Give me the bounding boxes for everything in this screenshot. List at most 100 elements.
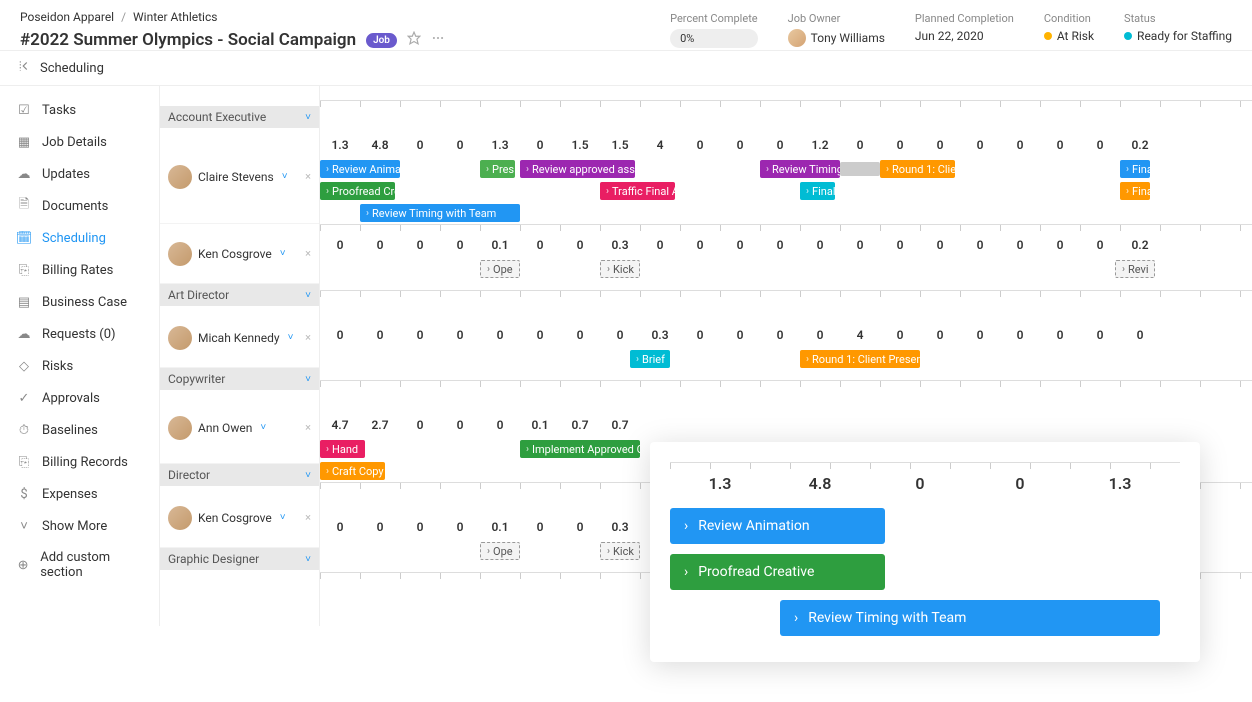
percent-complete-label: Percent Complete [670,12,758,25]
hour-cell: 1.5 [560,138,600,152]
task-bar[interactable]: ›Hand [320,440,365,458]
sidebar-item-scheduling[interactable]: 🗓Scheduling [0,222,159,254]
remove-icon[interactable]: × [305,247,311,260]
person-row[interactable]: Micah Kennedy˅× [160,308,319,368]
task-bar[interactable]: ›Kick [600,542,640,560]
task-bar[interactable]: ›Round 1: Clien [880,160,955,178]
task-bar[interactable]: ›Ope [480,542,520,560]
chevron-right-icon: › [886,164,889,175]
hour-cell: 0 [520,328,560,342]
task-bar[interactable]: ›Implement Approved C [520,440,640,458]
task-bar[interactable]: ›Fina [1120,160,1150,178]
remove-icon[interactable]: × [305,331,311,344]
nav-icon: ☑ [16,102,32,118]
remove-icon[interactable]: × [305,170,311,183]
nav-icon: ⊕ [16,557,30,573]
task-bar[interactable]: ›Review Anima [320,160,400,178]
nav-icon: ☁ [16,326,32,342]
popout-task-bar[interactable]: ›Review Animation [670,508,885,544]
more-icon[interactable] [431,31,445,49]
person-row[interactable]: Claire Stevens˅× [160,130,319,224]
task-bar[interactable]: ›Ope [480,260,520,278]
favorite-icon[interactable] [407,31,421,49]
remove-icon[interactable]: × [305,421,311,434]
back-icon[interactable] [18,59,32,77]
sidebar-item-risks[interactable]: ◇Risks [0,350,159,382]
role-header[interactable]: Director˅ [160,464,319,486]
sidebar-item-label: Baselines [42,423,98,438]
sidebar-item-tasks[interactable]: ☑Tasks [0,94,159,126]
hour-cell: 0 [1080,238,1120,252]
chevron-right-icon: › [526,164,529,175]
task-bar[interactable]: ›Review Timing [760,160,840,178]
sidebar-item-business-case[interactable]: ▤Business Case [0,286,159,318]
hour-cell: 0 [320,520,360,534]
sidebar-item-billing-rates[interactable]: ⎘Billing Rates [0,254,159,286]
hour-cell: 0 [1040,138,1080,152]
task-bar-label: Ope [493,263,513,276]
hour-cell: 0 [1000,328,1040,342]
task-bar[interactable]: ›Pres [480,160,515,178]
task-bar-label: Review Anima [332,163,400,176]
sidebar-item-baselines[interactable]: ⏱Baselines [0,414,159,446]
task-bar[interactable]: ›Review Timing with Team [360,204,520,222]
task-bar[interactable]: ›Revi [1115,260,1155,278]
sidebar-item-updates[interactable]: ☁Updates [0,158,159,190]
role-header[interactable]: Account Executive˅ [160,106,319,128]
task-bar[interactable]: ›Final [800,182,835,200]
task-bar[interactable]: ›Fina [1120,182,1150,200]
hour-cell: 0.1 [480,238,520,252]
role-header[interactable]: Graphic Designer˅ [160,548,319,570]
task-bar[interactable]: ›Kick [600,260,640,278]
chevron-down-icon: ˅ [280,512,286,523]
hour-cell: 0 [960,328,1000,342]
task-bar[interactable]: ›Review approved asset [520,160,635,178]
task-bar[interactable]: ›Proofread Cre [320,182,395,200]
popout-task-bar[interactable]: ›Review Timing with Team [780,600,1160,636]
sidebar-item-requests-0-[interactable]: ☁Requests (0) [0,318,159,350]
task-bar[interactable]: ›Craft Copy [320,462,385,480]
task-bar-label: Round 1: Clien [892,163,955,176]
hour-cell: 4 [840,328,880,342]
hour-cell: 1.5 [600,138,640,152]
hour-cell: 0 [880,138,920,152]
popout-task-label: Review Timing with Team [808,610,966,626]
task-bar[interactable]: ›Traffic Final A [600,182,675,200]
hour-cell: 0 [520,238,560,252]
breadcrumb-project[interactable]: Winter Athletics [133,10,217,24]
chevron-right-icon: › [684,518,688,534]
sidebar-item-billing-records[interactable]: ⎘Billing Records [0,446,159,478]
sidebar-item-show-more[interactable]: ˅Show More [0,510,159,542]
hour-cell: 0 [360,328,400,342]
sidebar-item-add-custom-section[interactable]: ⊕Add custom section [0,542,159,588]
sidebar-item-job-details[interactable]: ▦Job Details [0,126,159,158]
person-row[interactable]: Ann Owen˅× [160,392,319,464]
task-bar[interactable]: ›Round 1: Client Present [800,350,920,368]
task-bar-label: Fina [1132,185,1150,198]
remove-icon[interactable]: × [305,511,311,524]
person-row[interactable]: Ken Cosgrove˅× [160,488,319,548]
role-header[interactable]: Copywriter˅ [160,368,319,390]
hour-cell: 0 [960,138,1000,152]
hour-cell: 0.2 [1120,238,1160,252]
hour-cell: 0 [920,138,960,152]
hour-cell: 0 [680,328,720,342]
person-row[interactable]: Ken Cosgrove˅× [160,224,319,284]
chevron-right-icon: › [806,186,809,197]
hour-cell: 0 [720,328,760,342]
chevron-right-icon: › [487,264,490,275]
sidebar-item-expenses[interactable]: $Expenses [0,478,159,510]
role-title: Graphic Designer [168,552,259,566]
role-header[interactable]: Art Director˅ [160,284,319,306]
breadcrumb-org[interactable]: Poseidon Apparel [20,10,114,24]
task-bar[interactable]: ›Brief [630,350,670,368]
sidebar-item-approvals[interactable]: ✓Approvals [0,382,159,414]
hour-cell: 0 [880,328,920,342]
sidebar-item-documents[interactable]: 🗎Documents [0,190,159,222]
popout-task-bar[interactable]: ›Proofread Creative [670,554,885,590]
hour-cell: 0 [920,328,960,342]
chevron-right-icon: › [1126,186,1129,197]
hour-cell: 0 [320,238,360,252]
hour-cell: 2.7 [360,418,400,432]
role-title: Account Executive [168,110,266,124]
